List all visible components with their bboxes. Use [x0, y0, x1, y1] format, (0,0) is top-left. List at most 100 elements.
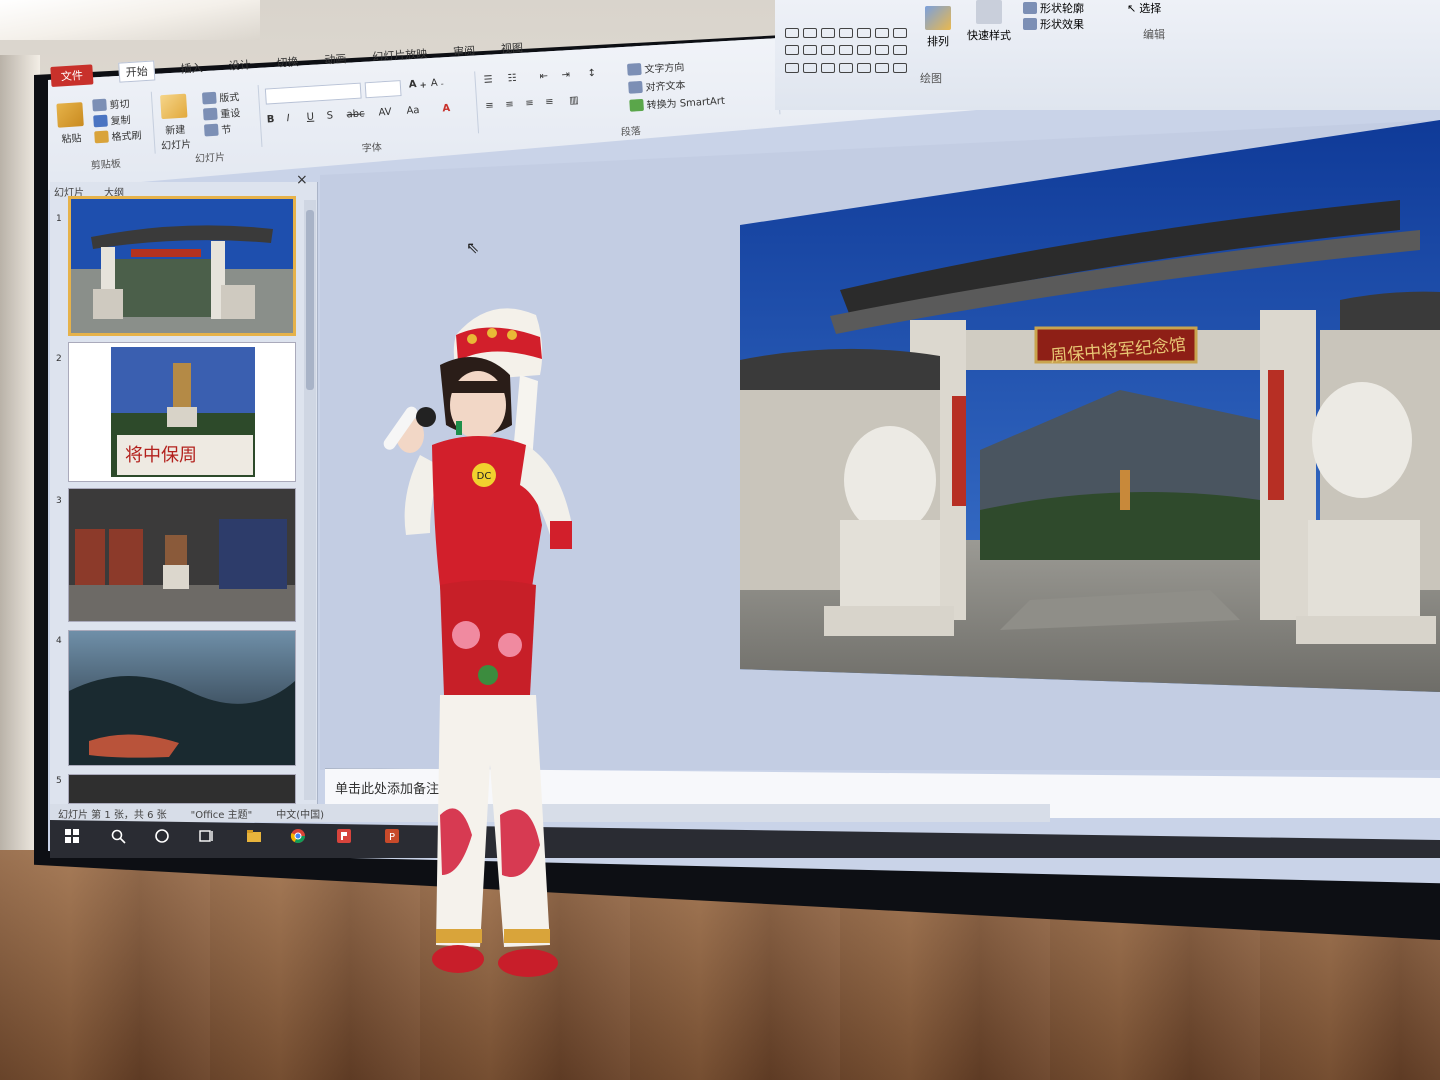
shape-effects-button[interactable]: 形状效果 — [1023, 16, 1084, 32]
shape-item[interactable] — [803, 62, 817, 73]
contestant-number: DC — [477, 471, 492, 482]
slide-thumbnail-3[interactable] — [68, 488, 296, 622]
shape-item[interactable] — [839, 28, 853, 38]
task-view-icon[interactable] — [198, 828, 214, 844]
search-icon[interactable] — [110, 828, 126, 844]
shape-item[interactable] — [875, 62, 889, 73]
paste-button[interactable]: 粘贴 — [56, 102, 85, 146]
slide-thumbnail-1[interactable] — [68, 196, 296, 336]
change-case-icon[interactable]: Aa — [406, 105, 420, 117]
section-icon — [203, 123, 219, 136]
shapes-gallery[interactable] — [785, 28, 915, 78]
italic-icon[interactable]: I — [286, 113, 290, 124]
section-button[interactable]: 节 — [203, 121, 232, 138]
tab-insert[interactable]: 插入 — [180, 59, 203, 76]
shape-item[interactable] — [839, 62, 853, 73]
tab-file[interactable]: 文件 — [50, 64, 94, 87]
paste-icon — [56, 102, 84, 128]
shape-item[interactable] — [893, 28, 907, 38]
align-text-button[interactable]: 对齐文本 — [628, 76, 686, 95]
arrange-icon — [925, 6, 951, 30]
align-center-icon[interactable]: ≡ — [505, 99, 514, 111]
slide-thumbnail-5[interactable] — [68, 774, 296, 804]
shape-item[interactable] — [857, 28, 871, 38]
quick-styles-label: 快速样式 — [967, 29, 1011, 42]
drawing-group-label: 绘图 — [920, 72, 942, 85]
paste-label: 粘贴 — [61, 133, 82, 146]
decrease-indent-icon[interactable]: ⇤ — [539, 71, 548, 83]
reset-button[interactable]: 重设 — [202, 104, 241, 121]
shape-item[interactable] — [785, 45, 799, 56]
windows-start-icon[interactable] — [64, 828, 80, 844]
line-spacing-icon[interactable]: ↕ — [587, 68, 596, 80]
cortana-icon[interactable] — [154, 828, 170, 844]
grow-font-icon[interactable]: A + — [409, 78, 427, 91]
new-slide-button[interactable]: 新建 幻灯片 — [158, 93, 192, 152]
shadow-icon[interactable]: S — [326, 110, 333, 121]
theme-name: "Office 主题" — [190, 809, 253, 821]
quick-styles-button[interactable]: 快速样式 — [967, 0, 1011, 43]
select-button[interactable]: ↖ 选择 — [1127, 0, 1161, 16]
shape-item[interactable] — [857, 45, 871, 56]
font-name-select[interactable] — [264, 82, 362, 105]
shape-item[interactable] — [785, 28, 799, 38]
tab-animations[interactable]: 动画 — [324, 50, 347, 67]
tab-view[interactable]: 视图 — [501, 39, 524, 56]
shape-item[interactable] — [821, 28, 835, 38]
tab-review[interactable]: 审阅 — [453, 42, 476, 59]
numbering-icon[interactable]: ☷ — [507, 73, 517, 85]
shape-outline-label: 形状轮廓 — [1040, 2, 1084, 15]
shape-item[interactable] — [875, 28, 889, 38]
smartart-button[interactable]: 转换为 SmartArt — [629, 92, 725, 113]
shape-item[interactable] — [785, 62, 799, 73]
underline-icon[interactable]: U — [306, 112, 314, 123]
strikethrough-icon[interactable]: abc — [346, 108, 365, 120]
arrange-label: 排列 — [927, 35, 949, 48]
tab-home[interactable]: 开始 — [118, 60, 156, 83]
chrome-icon[interactable] — [290, 828, 306, 844]
cut-button[interactable]: 剪切 — [92, 95, 130, 112]
shape-item[interactable] — [821, 62, 835, 73]
tab-transitions[interactable]: 切换 — [276, 53, 299, 70]
bullets-icon[interactable]: ☰ — [483, 74, 493, 86]
shape-item[interactable] — [839, 45, 853, 56]
justify-icon[interactable]: ≡ — [545, 97, 554, 109]
shape-item[interactable] — [893, 62, 907, 73]
reset-icon — [202, 107, 218, 121]
shape-item[interactable] — [803, 28, 817, 38]
bold-icon[interactable]: B — [266, 114, 274, 125]
font-color-icon[interactable]: A — [442, 103, 450, 114]
layout-label: 版式 — [219, 92, 240, 105]
text-direction-button[interactable]: 文字方向 — [626, 58, 685, 77]
copy-button[interactable]: 复制 — [93, 111, 131, 128]
tab-slideshow[interactable]: 幻灯片放映 — [372, 45, 428, 64]
columns-icon[interactable]: ▥ — [569, 95, 579, 107]
format-painter-button[interactable]: 格式刷 — [94, 126, 142, 144]
thumb-number: 2 — [56, 354, 62, 364]
shape-outline-button[interactable]: 形状轮廓 — [1023, 0, 1084, 16]
align-right-icon[interactable]: ≡ — [525, 98, 534, 110]
align-left-icon[interactable]: ≡ — [485, 100, 494, 112]
font-size-select[interactable] — [364, 80, 402, 99]
shrink-font-icon[interactable]: A- — [431, 77, 445, 89]
arrange-button[interactable]: 排列 — [925, 6, 951, 49]
shape-item[interactable] — [821, 45, 835, 56]
language-indicator[interactable]: 中文(中国) — [276, 806, 324, 821]
shape-item[interactable] — [803, 45, 817, 56]
shape-item[interactable] — [857, 62, 871, 73]
increase-indent-icon[interactable]: ⇥ — [561, 69, 570, 81]
shape-item[interactable] — [893, 45, 907, 56]
slide-thumbnail-2[interactable]: 将中保周 — [68, 342, 296, 482]
char-spacing-icon[interactable]: AV — [378, 107, 392, 119]
text-direction-label: 文字方向 — [644, 62, 685, 76]
cursor-arrow-icon: ↖ — [1127, 1, 1137, 15]
slide-thumbnail-4[interactable] — [68, 630, 296, 766]
wps-presentation-icon[interactable] — [336, 828, 352, 844]
close-icon[interactable]: × — [296, 172, 308, 188]
tab-design[interactable]: 设计 — [228, 56, 251, 73]
layout-button[interactable]: 版式 — [201, 88, 240, 105]
shape-item[interactable] — [875, 45, 889, 56]
file-explorer-icon[interactable] — [246, 828, 262, 844]
copy-label: 复制 — [110, 115, 131, 128]
scrollbar-thumb[interactable] — [306, 210, 314, 390]
